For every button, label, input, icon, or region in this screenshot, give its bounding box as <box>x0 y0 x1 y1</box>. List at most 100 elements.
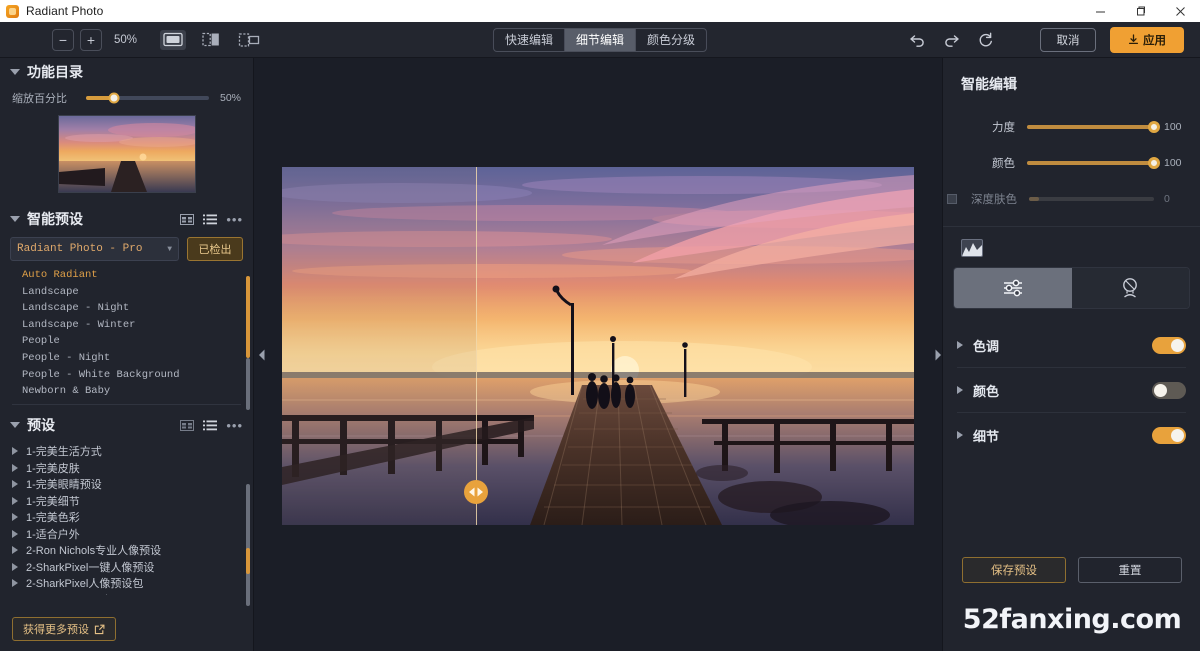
color-slider-row: 颜色 100 <box>943 154 1200 172</box>
split-vertical-icon[interactable] <box>198 30 224 50</box>
smart-presets-section-header[interactable]: 智能预设 ••• <box>0 205 253 233</box>
list-item[interactable]: Landscape - Night <box>22 300 253 317</box>
zoom-percent-knob[interactable] <box>109 93 120 104</box>
grid-view-icon[interactable] <box>180 214 194 225</box>
apply-button-label: 应用 <box>1143 32 1166 48</box>
split-horizontal-icon[interactable] <box>236 30 262 50</box>
apply-button[interactable]: 应用 <box>1110 27 1184 53</box>
list-item[interactable]: People - Night <box>22 350 253 367</box>
list-item[interactable]: 2-SharkPixel一键人像预设 <box>8 559 253 576</box>
deep-skin-tone-row: 深度肤色 0 <box>943 190 1200 208</box>
list-item[interactable]: Landscape <box>22 284 253 301</box>
preset-folder-list: 1-完美生活方式 1-完美皮肤 1-完美眼睛预设 1-完美细节 1-完美色彩 1… <box>0 443 253 595</box>
list-item[interactable]: 2-SharkPixel眼睛预设 <box>8 592 253 596</box>
cancel-button[interactable]: 取消 <box>1040 28 1096 52</box>
minimize-button[interactable] <box>1080 0 1120 22</box>
chevron-right-icon <box>12 447 18 455</box>
preset-folder-scrollbar-thumb[interactable] <box>246 548 250 574</box>
tab-adjustments[interactable] <box>954 268 1072 308</box>
zoom-percent-slider[interactable] <box>86 96 209 100</box>
preview-thumbnail[interactable] <box>58 115 196 193</box>
photo-preview[interactable] <box>282 167 914 525</box>
color-label: 颜色 <box>957 155 1015 171</box>
strength-slider[interactable] <box>1027 125 1154 129</box>
catalog-section-header[interactable]: 功能目录 <box>0 58 253 86</box>
detail-toggle-row[interactable]: 细节 <box>957 413 1186 457</box>
histogram-icon[interactable] <box>961 239 983 257</box>
color-value: 100 <box>1164 157 1186 169</box>
reset-button[interactable]: 重置 <box>1078 557 1182 583</box>
close-button[interactable] <box>1160 0 1200 22</box>
chevron-right-icon <box>12 563 18 571</box>
strength-slider-knob[interactable] <box>1148 121 1160 133</box>
deep-skin-tone-checkbox[interactable] <box>947 194 957 204</box>
list-item[interactable]: 1-完美细节 <box>8 493 253 510</box>
zoom-in-button[interactable]: + <box>80 29 102 51</box>
save-preset-button[interactable]: 保存预设 <box>962 557 1066 583</box>
list-item-label: 1-完美皮肤 <box>26 460 80 476</box>
undo-icon[interactable] <box>900 25 934 55</box>
list-item[interactable]: Landscape - Winter <box>22 317 253 334</box>
deep-skin-tone-label: 深度肤色 <box>963 191 1017 207</box>
collapse-left-icon[interactable] <box>256 346 268 364</box>
tab-portrait[interactable] <box>1072 268 1190 308</box>
grid-view-icon[interactable] <box>180 420 194 431</box>
color-toggle-row[interactable]: 颜色 <box>957 368 1186 412</box>
list-item[interactable]: 1-完美生活方式 <box>8 443 253 460</box>
tab-color-grading[interactable]: 颜色分级 <box>636 29 706 51</box>
color-slider[interactable] <box>1027 161 1154 165</box>
list-item[interactable]: 1-完美皮肤 <box>8 460 253 477</box>
chevron-down-icon <box>10 69 20 75</box>
list-item[interactable]: Auto Radiant <box>22 267 253 284</box>
preview-thumbnail-wrap <box>0 115 253 193</box>
more-options-icon[interactable]: ••• <box>226 213 243 226</box>
tab-quick-edit[interactable]: 快速编辑 <box>494 29 565 51</box>
maximize-button[interactable] <box>1120 0 1160 22</box>
reset-icon[interactable] <box>968 25 1002 55</box>
site-watermark: 52fanxing.com <box>943 604 1200 635</box>
color-slider-knob[interactable] <box>1148 157 1160 169</box>
tone-toggle-row[interactable]: 色调 <box>957 323 1186 367</box>
list-item[interactable]: 1-完美眼睛预设 <box>8 476 253 493</box>
tab-detail-edit[interactable]: 细节编辑 <box>565 29 636 51</box>
split-compare-handle-icon[interactable] <box>464 480 488 504</box>
divider <box>12 404 241 405</box>
list-item-label: 2-SharkPixel眼睛预设 <box>26 592 132 595</box>
redo-icon[interactable] <box>934 25 968 55</box>
chevron-right-icon <box>12 546 18 554</box>
presets-section-header[interactable]: 预设 ••• <box>0 411 253 439</box>
list-view-icon[interactable] <box>203 420 217 431</box>
sliders-icon <box>1002 278 1024 298</box>
get-more-presets-button[interactable]: 获得更多预设 <box>12 617 116 641</box>
app-logo-icon <box>6 5 19 18</box>
preset-folder-scrollbar-track[interactable] <box>246 484 250 606</box>
zoom-out-button[interactable]: − <box>52 29 74 51</box>
zoom-level-value: 50% <box>114 34 144 46</box>
smart-preset-scrollbar-track[interactable] <box>246 358 250 410</box>
portrait-face-icon <box>1119 277 1141 299</box>
tone-toggle[interactable] <box>1152 337 1186 354</box>
list-item[interactable]: 2-Ron Nichols专业人像预设 <box>8 542 253 559</box>
color-toggle[interactable] <box>1152 382 1186 399</box>
chevron-right-icon <box>12 480 18 488</box>
get-more-presets-label: 获得更多预设 <box>23 621 89 637</box>
list-item[interactable]: People - White Background <box>22 367 253 384</box>
more-options-icon[interactable]: ••• <box>226 419 243 432</box>
list-item[interactable]: 1-适合户外 <box>8 526 253 543</box>
list-view-icon[interactable] <box>203 214 217 225</box>
list-item-label: 1-完美色彩 <box>26 509 80 525</box>
tone-label: 色调 <box>973 336 999 355</box>
checked-out-button[interactable]: 已检出 <box>187 237 243 261</box>
list-item[interactable]: 1-完美色彩 <box>8 509 253 526</box>
smart-preset-scrollbar[interactable] <box>246 276 250 358</box>
list-item[interactable]: 2-SharkPixel人像预设包 <box>8 575 253 592</box>
list-item[interactable]: Newborn & Baby <box>22 383 253 397</box>
deep-skin-tone-slider[interactable] <box>1029 197 1154 201</box>
detail-toggle[interactable] <box>1152 427 1186 444</box>
list-item[interactable]: People <box>22 333 253 350</box>
chevron-right-icon <box>12 464 18 472</box>
list-item-label: 1-适合户外 <box>26 526 80 542</box>
preset-profile-dropdown[interactable]: Radiant Photo - Pro ▼ <box>10 237 179 261</box>
single-view-icon[interactable] <box>160 30 186 50</box>
smart-presets-title: 智能预设 <box>27 209 83 229</box>
